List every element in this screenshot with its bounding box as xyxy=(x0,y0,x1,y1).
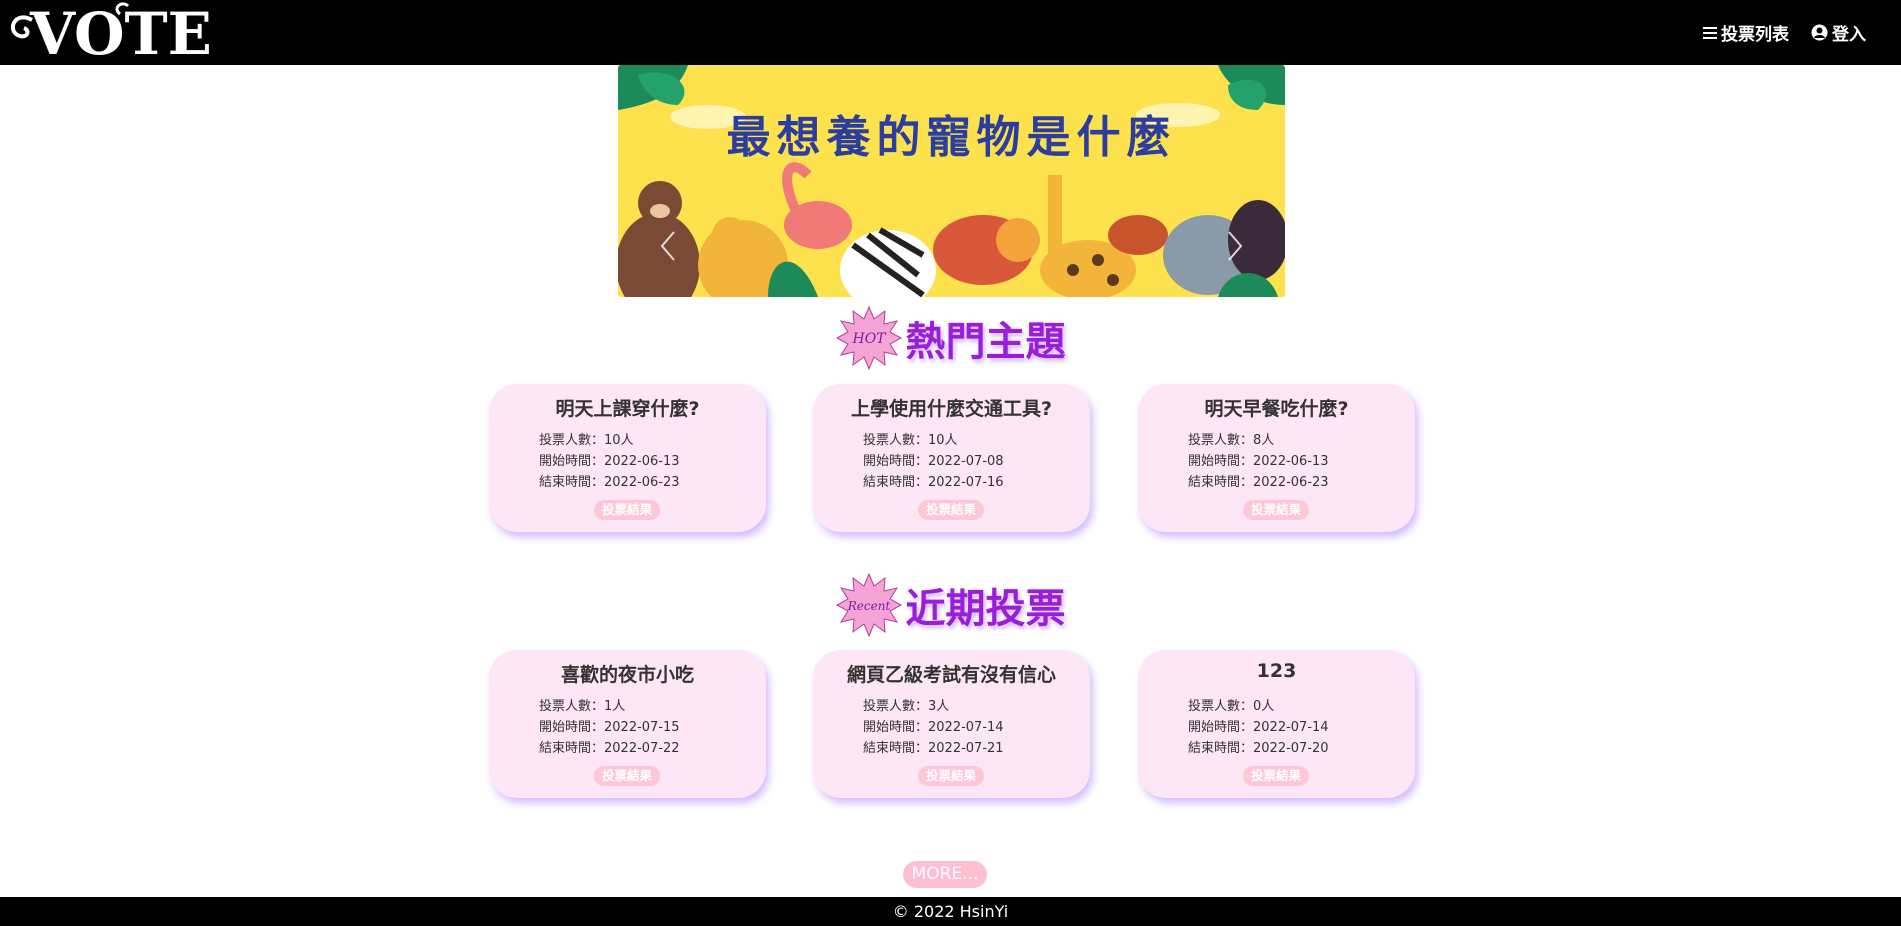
nav-login-label: 登入 xyxy=(1832,25,1866,45)
start-date: 開始時間：2022-07-14 xyxy=(1188,720,1329,735)
vote-logo[interactable]: VOTE xyxy=(8,2,223,62)
banner-illustration xyxy=(618,65,1285,297)
card-title: 喜歡的夜市小吃 xyxy=(560,664,694,686)
end-date: 結束時間：2022-07-16 xyxy=(863,475,1004,490)
carousel-next-icon[interactable] xyxy=(1225,229,1245,263)
vote-count: 投票人數：1人 xyxy=(539,699,626,714)
carousel-prev-icon[interactable] xyxy=(658,229,678,263)
hot-section-title: 熱門主題 xyxy=(905,319,1066,365)
hot-vote-card[interactable]: 上學使用什麼交通工具? 投票人數：10人 開始時間：2022-07-08 結束時… xyxy=(813,384,1090,532)
vote-count: 投票人數：10人 xyxy=(863,433,958,448)
vote-result-button[interactable]: 投票結果 xyxy=(1243,500,1309,520)
vote-count: 投票人數：0人 xyxy=(1188,699,1275,714)
hot-badge-icon: HOT xyxy=(835,305,902,371)
start-date: 開始時間：2022-06-13 xyxy=(1188,454,1329,469)
end-date: 結束時間：2022-06-23 xyxy=(1188,475,1329,490)
vote-count: 投票人數：3人 xyxy=(863,699,950,714)
svg-text:HOT: HOT xyxy=(851,331,887,347)
footer: © 2022 HsinYi xyxy=(0,897,1901,926)
footer-copyright: © 2022 HsinYi xyxy=(892,902,1009,921)
card-info: 投票人數：10人 開始時間：2022-06-13 結束時間：2022-06-23 xyxy=(539,430,680,493)
vote-result-button[interactable]: 投票結果 xyxy=(918,500,984,520)
card-info: 投票人數：1人 開始時間：2022-07-15 結束時間：2022-07-22 xyxy=(539,696,680,759)
main-nav: 投票列表 登入 xyxy=(1703,0,1866,65)
end-date: 結束時間：2022-07-21 xyxy=(863,741,1004,756)
hot-vote-card[interactable]: 明天早餐吃什麼? 投票人數：8人 開始時間：2022-06-13 結束時間：20… xyxy=(1138,384,1415,532)
menu-icon xyxy=(1703,26,1717,39)
end-date: 結束時間：2022-06-23 xyxy=(539,475,680,490)
card-title: 明天早餐吃什麼? xyxy=(1204,398,1349,420)
vote-result-button[interactable]: 投票結果 xyxy=(594,500,660,520)
card-title: 網頁乙級考試有沒有信心 xyxy=(846,664,1056,686)
svg-text:Recent: Recent xyxy=(846,599,890,613)
start-date: 開始時間：2022-07-14 xyxy=(863,720,1004,735)
card-info: 投票人數：10人 開始時間：2022-07-08 結束時間：2022-07-16 xyxy=(863,430,1004,493)
nav-vote-list-link[interactable]: 投票列表 xyxy=(1703,20,1789,45)
end-date: 結束時間：2022-07-20 xyxy=(1188,741,1329,756)
vote-count: 投票人數：10人 xyxy=(539,433,634,448)
nav-login-link[interactable]: 登入 xyxy=(1811,20,1866,45)
recent-vote-card[interactable]: 喜歡的夜市小吃 投票人數：1人 開始時間：2022-07-15 結束時間：202… xyxy=(489,650,766,798)
recent-section-title: 近期投票 xyxy=(905,586,1066,632)
vote-result-button[interactable]: 投票結果 xyxy=(1243,766,1309,786)
card-info: 投票人數：3人 開始時間：2022-07-14 結束時間：2022-07-21 xyxy=(863,696,1004,759)
recent-section-heading: Recent 近期投票 xyxy=(0,572,1901,638)
hot-vote-card[interactable]: 明天上課穿什麼? 投票人數：10人 開始時間：2022-06-13 結束時間：2… xyxy=(489,384,766,532)
more-button[interactable]: MORE... xyxy=(903,861,987,888)
top-navbar: VOTE 投票列表 登入 xyxy=(0,0,1901,65)
vote-count: 投票人數：8人 xyxy=(1188,433,1275,448)
recent-vote-card[interactable]: 123 投票人數：0人 開始時間：2022-07-14 結束時間：2022-07… xyxy=(1138,650,1415,798)
hot-section-heading: HOT 熱門主題 xyxy=(0,305,1901,371)
card-title: 123 xyxy=(1256,660,1297,682)
vote-result-button[interactable]: 投票結果 xyxy=(918,766,984,786)
banner-carousel: 最想養的寵物是什麼 xyxy=(618,65,1285,297)
card-info: 投票人數：8人 開始時間：2022-06-13 結束時間：2022-06-23 xyxy=(1188,430,1329,493)
start-date: 開始時間：2022-07-15 xyxy=(539,720,680,735)
start-date: 開始時間：2022-07-08 xyxy=(863,454,1004,469)
user-circle-icon xyxy=(1811,24,1828,41)
end-date: 結束時間：2022-07-22 xyxy=(539,741,680,756)
card-title: 上學使用什麼交通工具? xyxy=(850,398,1053,420)
recent-vote-card[interactable]: 網頁乙級考試有沒有信心 投票人數：3人 開始時間：2022-07-14 結束時間… xyxy=(813,650,1090,798)
start-date: 開始時間：2022-06-13 xyxy=(539,454,680,469)
card-info: 投票人數：0人 開始時間：2022-07-14 結束時間：2022-07-20 xyxy=(1188,696,1329,759)
recent-badge-icon: Recent xyxy=(835,572,902,638)
nav-vote-list-label: 投票列表 xyxy=(1721,25,1789,45)
svg-text:VOTE: VOTE xyxy=(29,2,212,62)
vote-result-button[interactable]: 投票結果 xyxy=(594,766,660,786)
banner-title: 最想養的寵物是什麼 xyxy=(726,112,1177,163)
card-title: 明天上課穿什麼? xyxy=(555,398,700,420)
